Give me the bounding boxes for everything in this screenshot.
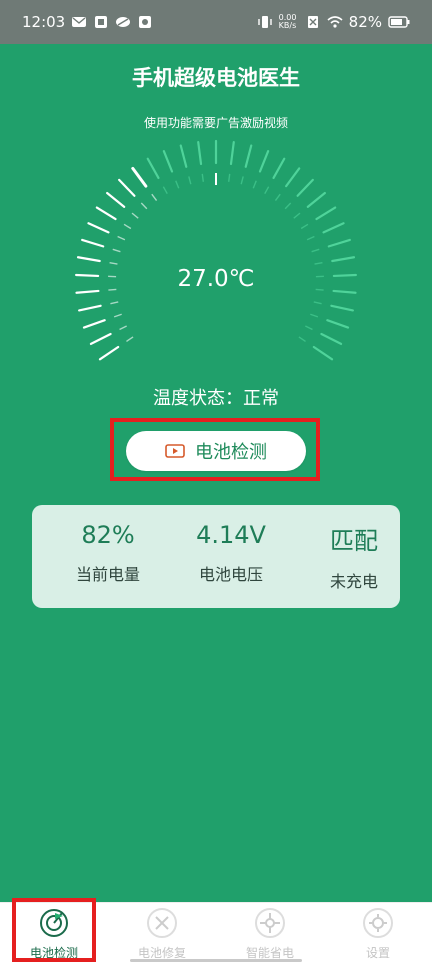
gauge-tick bbox=[79, 306, 101, 311]
gauge-inner-tick bbox=[152, 194, 157, 200]
gauge-tick bbox=[148, 159, 159, 178]
gauge-tick bbox=[274, 159, 285, 178]
gauge-inner-tick bbox=[315, 263, 323, 264]
gauge-tick bbox=[88, 223, 108, 232]
gauge-inner-tick bbox=[305, 326, 312, 330]
gauge-inner-tick bbox=[253, 181, 256, 188]
notification-icon bbox=[137, 15, 153, 29]
gauge-tick bbox=[107, 193, 124, 207]
gauge-tick bbox=[97, 208, 116, 220]
gauge-tick bbox=[198, 142, 201, 164]
battery-icon bbox=[388, 16, 410, 28]
gauge-tick bbox=[329, 240, 350, 246]
gauge-tick bbox=[181, 146, 187, 167]
gauge-tick bbox=[286, 168, 299, 186]
metric-voltage: 4.14V 电池电压 bbox=[171, 521, 291, 585]
gauge-tick bbox=[246, 146, 252, 167]
gauge-ticks bbox=[76, 141, 356, 359]
app-screen: 手机超级电池医生 使用功能需要广告激励视频 27.0℃ 温度状态：正常 电池检测… bbox=[0, 44, 432, 902]
status-right: 0.00 KB/s 82% bbox=[257, 13, 410, 31]
status-time: 12:03 bbox=[22, 13, 65, 31]
metric-charging: 匹配 未充电 bbox=[294, 521, 414, 592]
temperature-value: 27.0℃ bbox=[0, 266, 432, 292]
gauge-inner-tick bbox=[310, 314, 318, 317]
wifi-icon bbox=[327, 15, 343, 29]
gauge-inner-tick bbox=[126, 337, 133, 341]
gauge-tick bbox=[316, 208, 335, 220]
gauge-tick bbox=[321, 334, 341, 344]
home-indicator bbox=[130, 959, 302, 962]
nav-highlight-box bbox=[12, 898, 96, 962]
metric-charging-value: 匹配 bbox=[294, 521, 414, 556]
gauge-tick bbox=[91, 334, 111, 344]
gauge-inner-tick bbox=[110, 302, 118, 304]
gauge-tick bbox=[298, 180, 313, 196]
metric-charge-value: 82% bbox=[48, 521, 168, 549]
no-sim-icon bbox=[305, 15, 321, 29]
gauge-tick bbox=[133, 168, 146, 186]
gauge-inner-tick bbox=[202, 174, 203, 182]
gauge-inner-tick bbox=[265, 187, 269, 194]
nav-settings[interactable]: 设置 bbox=[324, 903, 432, 965]
gauge-tick bbox=[324, 223, 344, 232]
nav-battery-repair[interactable]: 电池修复 bbox=[108, 903, 216, 965]
repair-icon bbox=[146, 907, 178, 939]
gauge-tick bbox=[231, 142, 234, 164]
gauge-tick bbox=[327, 320, 348, 327]
mail-icon bbox=[71, 15, 87, 29]
gauge-tick bbox=[84, 320, 105, 327]
temperature-status: 温度状态：正常 bbox=[0, 384, 432, 410]
gauge-inner-tick bbox=[124, 224, 131, 228]
battery-info-card: 82% 当前电量 4.14V 电池电压 匹配 未充电 bbox=[32, 505, 400, 608]
gauge-inner-tick bbox=[118, 236, 125, 239]
gauge-tick bbox=[331, 306, 353, 311]
network-speed: 0.00 KB/s bbox=[279, 14, 299, 30]
gauge-inner-tick bbox=[163, 187, 167, 194]
gauge-inner-tick bbox=[299, 337, 306, 341]
gauge-tick bbox=[119, 180, 134, 196]
gauge-inner-tick bbox=[241, 176, 243, 184]
gauge-inner-tick bbox=[314, 302, 322, 304]
gauge-tick bbox=[260, 151, 268, 171]
vibrate-icon bbox=[257, 15, 273, 29]
gauge-inner-tick bbox=[132, 213, 138, 218]
gauge-inner-tick bbox=[312, 249, 320, 251]
power-save-icon bbox=[254, 907, 286, 939]
metric-voltage-label: 电池电压 bbox=[171, 561, 291, 585]
gauge-tick bbox=[164, 151, 172, 171]
gauge-tick bbox=[100, 347, 118, 359]
app-icon bbox=[93, 15, 109, 29]
gauge-inner-tick bbox=[301, 224, 308, 228]
gauge-tick bbox=[78, 257, 100, 261]
gauge-tick bbox=[308, 193, 325, 207]
battery-percentage: 82% bbox=[349, 13, 382, 31]
gauge-inner-tick bbox=[294, 213, 300, 218]
status-left: 12:03 bbox=[22, 13, 153, 31]
settings-icon bbox=[362, 907, 394, 939]
metric-voltage-value: 4.14V bbox=[171, 521, 291, 549]
gauge-inner-tick bbox=[113, 249, 121, 251]
gauge-tick bbox=[314, 347, 332, 359]
gauge-inner-tick bbox=[285, 203, 291, 209]
gauge-inner-tick bbox=[307, 236, 314, 239]
metric-charge: 82% 当前电量 bbox=[48, 521, 168, 585]
gauge-inner-tick bbox=[110, 263, 118, 264]
status-bar: 12:03 0.00 KB/s 82% bbox=[0, 0, 432, 44]
gauge-inner-tick bbox=[141, 203, 147, 209]
gauge-tick bbox=[82, 240, 103, 246]
gauge-inner-tick bbox=[275, 194, 280, 200]
nav-settings-label: 设置 bbox=[324, 944, 432, 961]
gauge-inner-tick bbox=[229, 174, 230, 182]
leaf-icon bbox=[115, 15, 131, 29]
gauge-tick bbox=[332, 257, 354, 261]
button-highlight-box bbox=[110, 418, 320, 481]
gauge-inner-tick bbox=[176, 181, 179, 188]
temperature-gauge bbox=[0, 44, 432, 374]
gauge-inner-tick bbox=[120, 326, 127, 330]
nav-power-save[interactable]: 智能省电 bbox=[216, 903, 324, 965]
metric-charging-label: 未充电 bbox=[294, 568, 414, 592]
gauge-inner-tick bbox=[114, 314, 122, 317]
metric-charge-label: 当前电量 bbox=[48, 561, 168, 585]
gauge-inner-tick bbox=[189, 176, 191, 184]
